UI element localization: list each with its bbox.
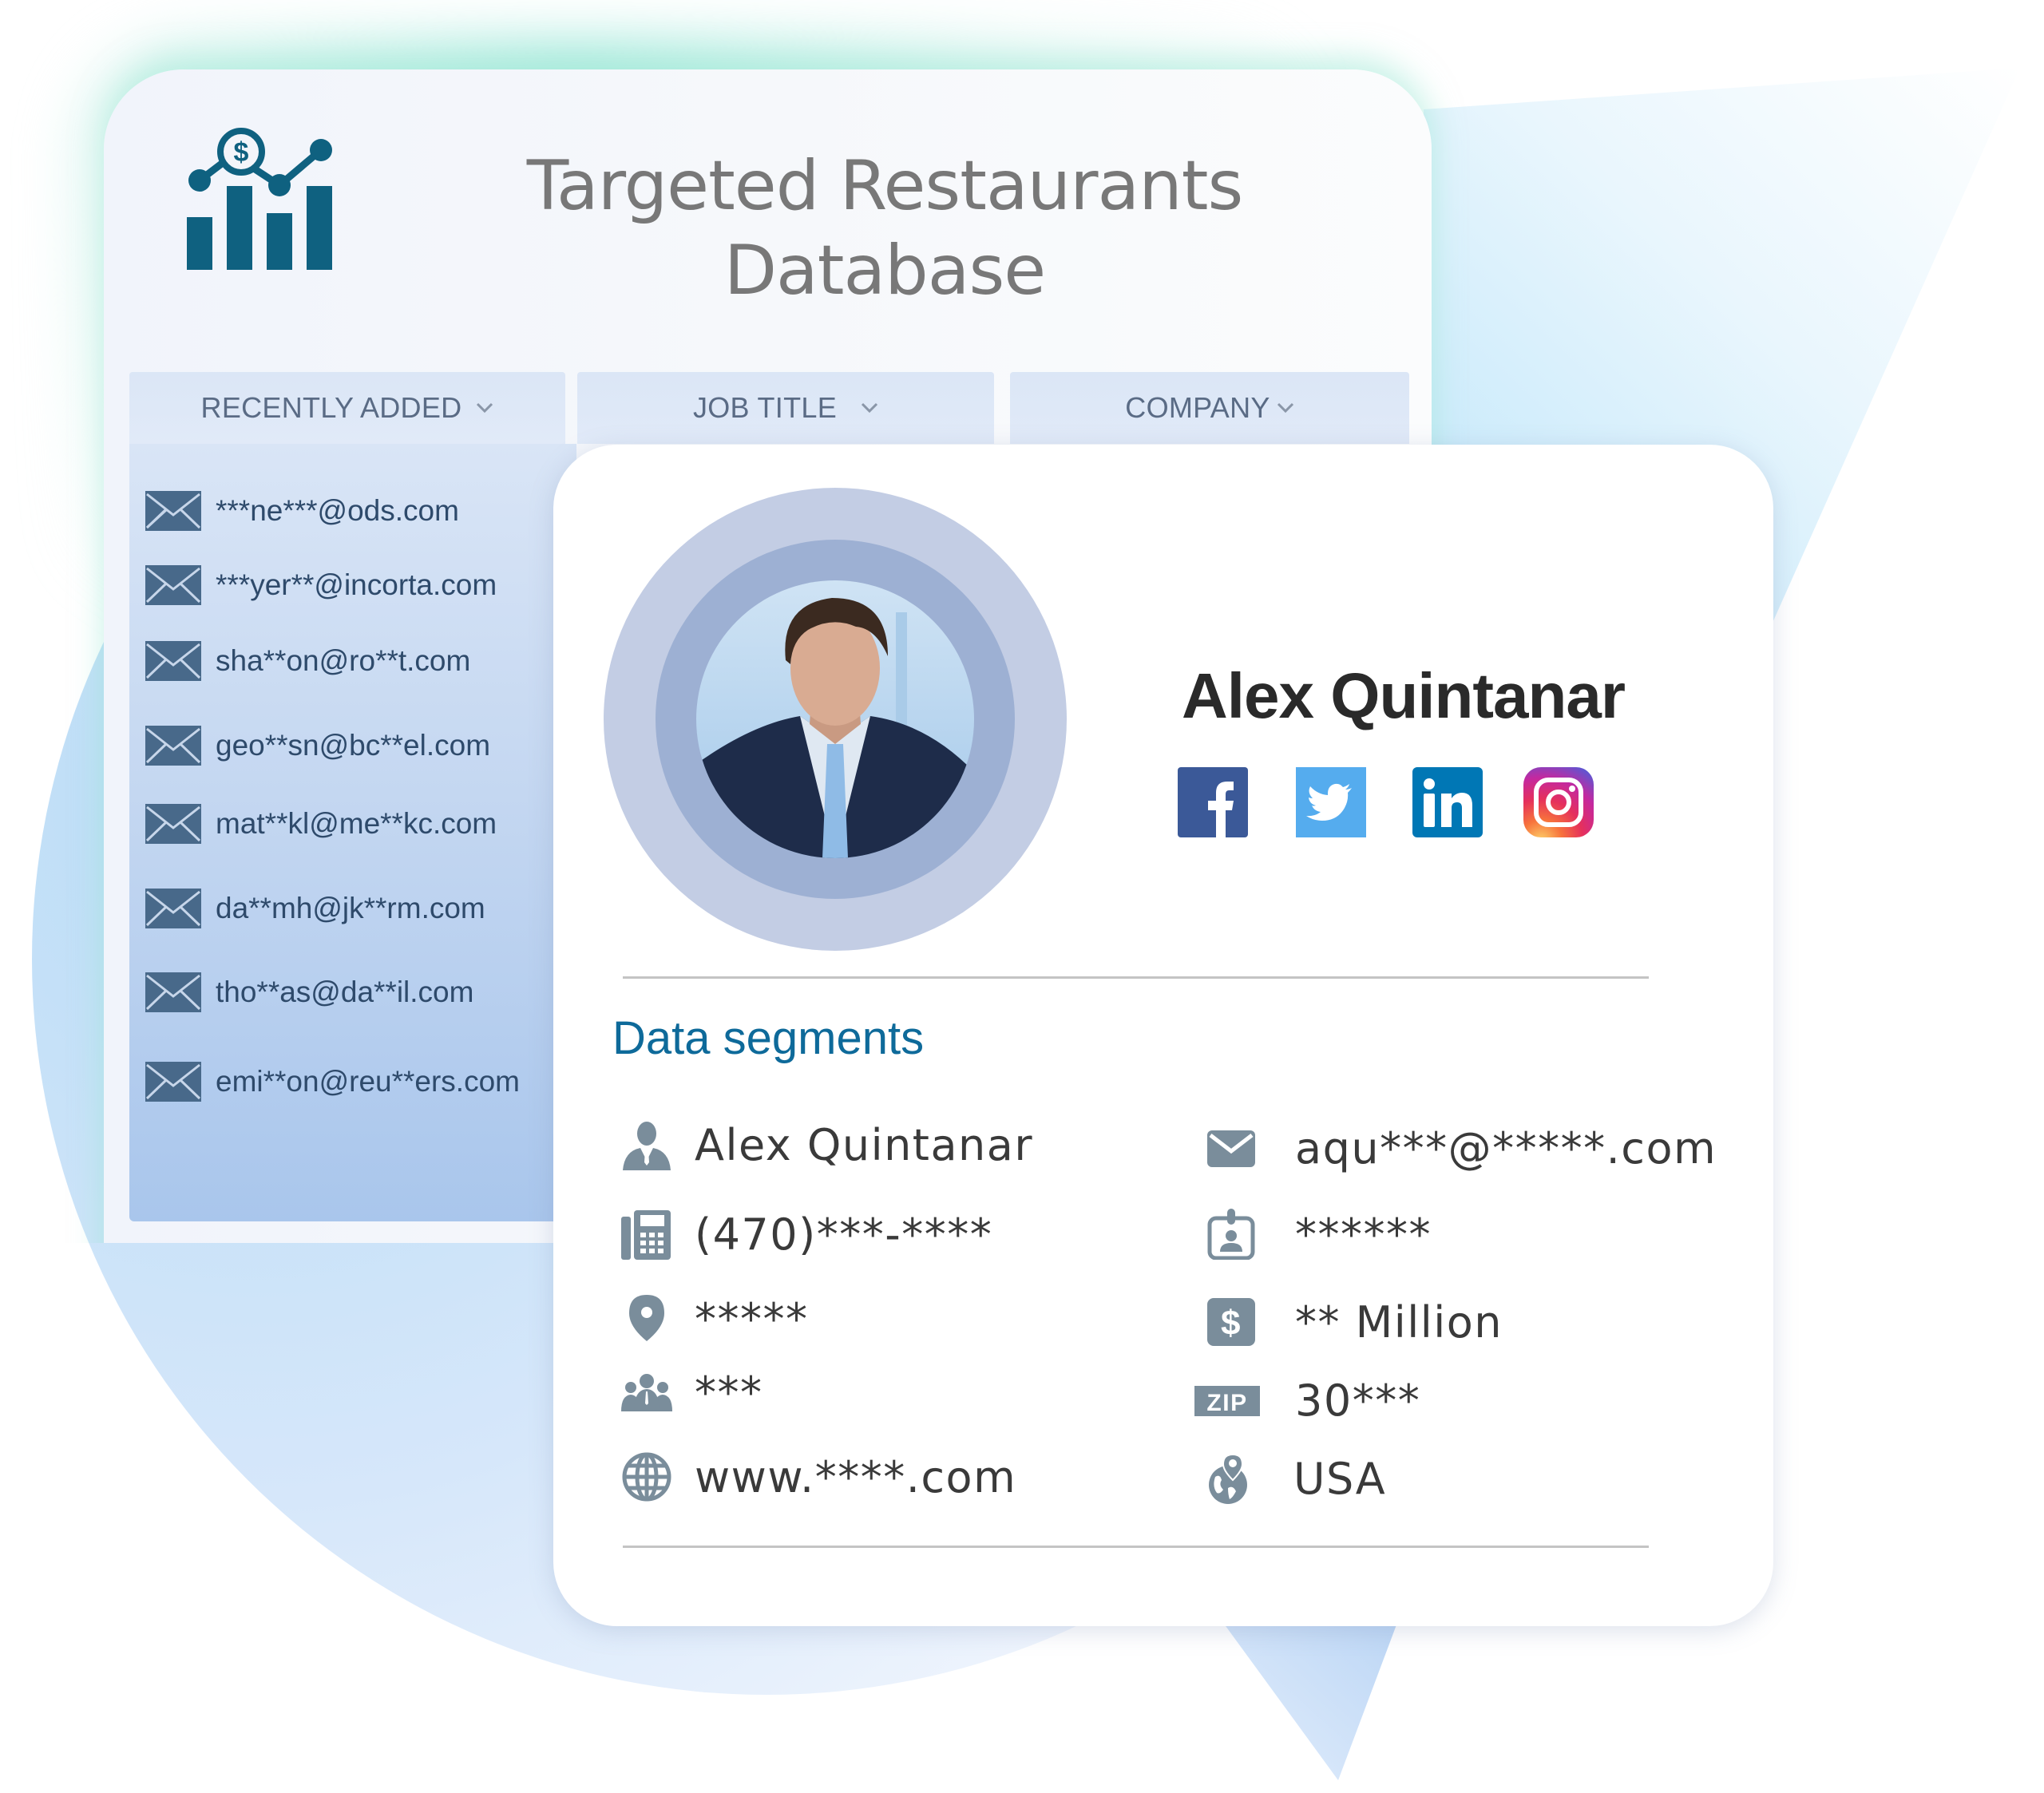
email-text: emi**on@reu**ers.com — [216, 1065, 520, 1098]
email-text: geo**sn@bc**el.com — [216, 729, 491, 762]
instagram-icon — [1523, 767, 1594, 837]
segment-value: Alex Quintanar — [695, 1119, 1034, 1170]
divider — [623, 1546, 1649, 1548]
email-list-item[interactable]: mat**kl@me**kc.com — [145, 800, 497, 848]
email-list-item[interactable]: emi**on@reu**ers.com — [145, 1058, 520, 1106]
envelope-icon — [145, 889, 201, 928]
tab-recently-added[interactable]: RECENTLY ADDED — [129, 372, 565, 444]
linkedin-link[interactable] — [1412, 767, 1483, 837]
envelope-icon — [145, 726, 201, 766]
tab-label: COMPANY — [1125, 391, 1270, 424]
segment-employees: *** — [621, 1367, 763, 1418]
segment-value: (470)***-**** — [695, 1209, 993, 1260]
envelope-icon — [145, 972, 201, 1012]
tab-job-title[interactable]: JOB TITLE — [577, 372, 994, 444]
email-list-item[interactable]: ***ne***@ods.com — [145, 487, 459, 535]
email-text: ***yer**@incorta.com — [216, 568, 497, 601]
segment-value: ***** — [695, 1293, 809, 1344]
chevron-down-icon — [477, 402, 493, 414]
envelope-icon — [145, 491, 201, 531]
email-list-panel: ***ne***@ods.com ***yer**@incorta.com sh… — [129, 444, 576, 1221]
svg-text:$: $ — [234, 137, 249, 168]
twitter-link[interactable] — [1296, 767, 1366, 837]
linkedin-icon — [1412, 767, 1483, 837]
person-photo-icon — [696, 598, 974, 858]
page-title-line-1: Targeted Restaurants — [526, 146, 1244, 226]
segment-value: ****** — [1295, 1209, 1432, 1260]
location-pin-icon — [629, 1295, 664, 1341]
profile-name: Alex Quintanar — [1182, 660, 1626, 731]
segment-website: www.****.com — [621, 1451, 1016, 1502]
segment-location: ***** — [621, 1293, 809, 1344]
email-list-item[interactable]: sha**on@ro**t.com — [145, 637, 470, 685]
person-icon — [623, 1122, 671, 1170]
svg-text:ZIP: ZIP — [1206, 1390, 1247, 1416]
email-list-item[interactable]: geo**sn@bc**el.com — [145, 722, 490, 770]
tab-label: JOB TITLE — [692, 391, 838, 424]
segment-value: ** Million — [1295, 1296, 1503, 1348]
email-list-item[interactable]: da**mh@jk**rm.com — [145, 885, 485, 932]
segment-value: www.****.com — [695, 1451, 1017, 1502]
svg-text:$: $ — [1221, 1304, 1242, 1343]
email-text: sha**on@ro**t.com — [216, 644, 471, 677]
phone-icon — [621, 1210, 671, 1260]
segment-value: *** — [695, 1367, 763, 1418]
divider — [623, 976, 1649, 979]
chart-dollar-icon: $ — [187, 128, 332, 270]
segment-email: aqu***@*****.com — [1206, 1122, 1717, 1174]
segment-job-title: ****** — [1206, 1209, 1432, 1260]
email-text: da**mh@jk**rm.com — [216, 892, 485, 924]
segment-value: 30*** — [1295, 1375, 1421, 1426]
tab-company[interactable]: COMPANY — [1010, 372, 1409, 444]
segment-revenue: $ ** Million — [1206, 1296, 1503, 1348]
tab-label: RECENTLY ADDED — [200, 391, 462, 424]
envelope-icon — [145, 565, 201, 605]
page-title-line-2: Database — [723, 231, 1046, 311]
data-segments-heading: Data segments — [612, 1012, 925, 1064]
segment-country: USA — [1204, 1453, 1386, 1504]
email-text: mat**kl@me**kc.com — [216, 807, 497, 840]
facebook-icon — [1178, 767, 1248, 837]
chevron-down-icon — [861, 402, 878, 414]
instagram-link[interactable] — [1523, 767, 1594, 837]
segment-value: aqu***@*****.com — [1295, 1122, 1717, 1174]
email-text: tho**as@da**il.com — [216, 976, 474, 1008]
segment-zip: ZIP 30*** — [1194, 1375, 1420, 1426]
facebook-link[interactable] — [1178, 767, 1248, 837]
envelope-icon — [145, 641, 201, 681]
envelope-icon — [1207, 1130, 1255, 1167]
globe-icon — [622, 1452, 671, 1502]
email-text: ***ne***@ods.com — [216, 494, 459, 527]
twitter-icon — [1296, 767, 1366, 837]
chevron-down-icon — [1277, 402, 1293, 414]
envelope-icon — [145, 1062, 201, 1102]
email-list-item[interactable]: tho**as@da**il.com — [145, 968, 473, 1016]
id-badge-icon — [1207, 1209, 1255, 1260]
segment-name: Alex Quintanar — [621, 1119, 1033, 1170]
segment-value: USA — [1293, 1453, 1387, 1504]
avatar[interactable] — [696, 580, 974, 858]
globe-pin-icon — [1209, 1453, 1247, 1504]
zip-icon: ZIP — [1194, 1386, 1260, 1416]
email-list-item[interactable]: ***yer**@incorta.com — [145, 561, 497, 609]
segment-phone: (470)***-**** — [621, 1209, 992, 1260]
page-title: Targeted Restaurants Database — [479, 144, 1290, 313]
dollar-icon: $ — [1207, 1298, 1255, 1346]
group-icon — [621, 1374, 672, 1411]
envelope-icon — [145, 804, 201, 844]
